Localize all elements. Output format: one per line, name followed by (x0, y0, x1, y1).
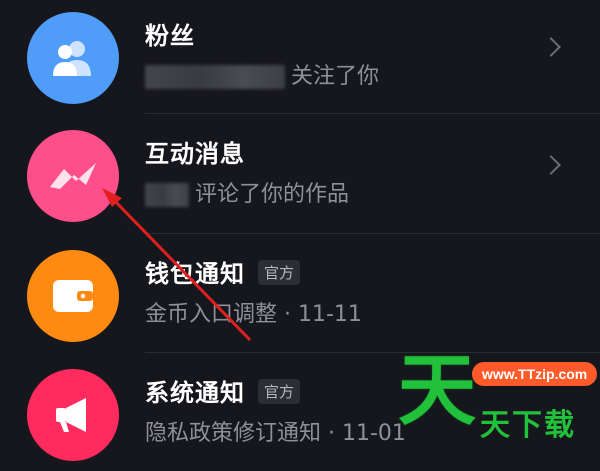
item-title: 粉丝 (145, 22, 195, 50)
item-subtitle: 关注了你 (145, 58, 379, 90)
chevron-right-icon (541, 37, 561, 57)
list-item-fans[interactable]: 粉丝 关注了你 (0, 0, 600, 114)
item-title: 系统通知 (145, 379, 245, 407)
wallet-icon (53, 280, 93, 312)
blurred-username (145, 183, 189, 207)
watermark: 天 www.TTzip.com 天下载 (398, 352, 598, 450)
wallet-avatar (27, 250, 119, 342)
watermark-text: 天下载 (480, 408, 576, 443)
item-title: 钱包通知 (145, 260, 245, 288)
item-subtitle-text: 评论了你的作品 (195, 182, 350, 207)
list-item-interactions[interactable]: 互动消息 评论了你的作品 (0, 114, 600, 232)
megaphone-icon (56, 398, 86, 432)
list-item-wallet[interactable]: 钱包通知 官方 金币入口调整 · 11-11 (0, 234, 600, 352)
official-badge: 官方 (258, 260, 301, 285)
interaction-avatar (27, 130, 119, 222)
item-subtitle: 隐私政策修订通知 · 11-01 (145, 421, 406, 446)
chevron-right-icon (541, 155, 561, 175)
item-subtitle: 评论了你的作品 (145, 176, 349, 208)
blurred-username (145, 65, 285, 89)
fans-avatar (27, 12, 119, 104)
watermark-url: www.TTzip.com (472, 362, 598, 386)
fans-icon (53, 41, 91, 76)
watermark-logo-char: 天 (398, 346, 477, 436)
item-title: 互动消息 (145, 140, 245, 168)
system-avatar (27, 369, 119, 461)
item-subtitle: 金币入口调整 · 11-11 (145, 302, 362, 327)
item-subtitle-text: 关注了你 (291, 64, 380, 89)
interaction-icon (50, 163, 96, 189)
official-badge: 官方 (258, 379, 301, 404)
